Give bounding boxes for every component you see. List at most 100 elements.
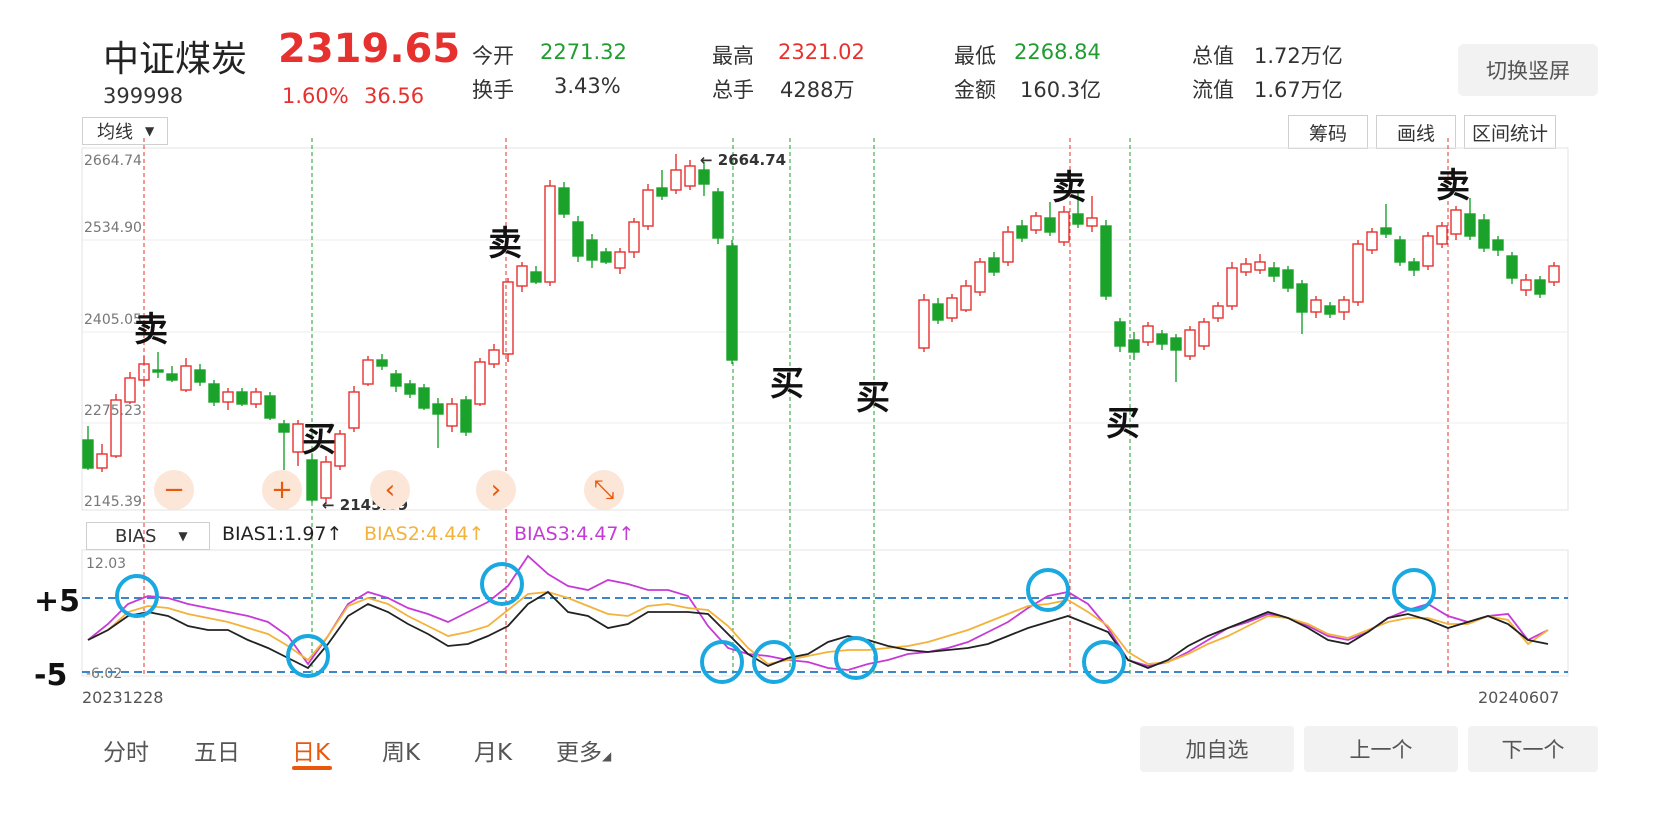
candle-body [1478, 219, 1490, 249]
candle-body [988, 257, 1000, 273]
buy-label: 买 [302, 420, 336, 460]
plus-five-label: +5 [34, 584, 81, 619]
next-button[interactable]: 下一个 [1468, 726, 1598, 772]
candle-body [1100, 225, 1112, 297]
candle-body [152, 369, 164, 373]
chevron-down-icon: ▼ [178, 529, 188, 543]
sell-label: 卖 [1052, 168, 1086, 208]
candle-body [320, 461, 332, 499]
tab-monthly-k[interactable]: 月K [474, 733, 512, 767]
candle-body [960, 285, 972, 311]
candle-body [698, 169, 710, 185]
bias-circles [115, 562, 1436, 684]
candle-body [404, 383, 416, 395]
bias-y-top: 12.03 [86, 556, 127, 572]
candle-body [1170, 337, 1182, 351]
candle-body [180, 365, 192, 391]
indicator-select-label: BIAS [115, 525, 157, 547]
buy-label: 买 [770, 364, 804, 404]
end-date: 20240607 [1478, 688, 1560, 707]
candle-body [306, 459, 318, 501]
indicator-select[interactable]: BIAS ▼ [86, 522, 210, 550]
candle-body [1506, 255, 1518, 279]
candle-body [1030, 215, 1042, 231]
start-date: 20231228 [82, 688, 164, 707]
candle-body [918, 299, 930, 349]
candle-body [1240, 263, 1252, 273]
sell-label: 卖 [488, 224, 522, 264]
candle-body [1366, 231, 1378, 251]
tab-more[interactable]: 更多◢ [556, 733, 611, 767]
candle-body [1394, 239, 1406, 263]
candle-body [1296, 283, 1308, 313]
candle-body [1310, 299, 1322, 313]
sell-label: 卖 [1436, 166, 1470, 206]
bias-y-bottom: -6.02 [86, 666, 123, 682]
candle-body [726, 245, 738, 361]
candle-body [96, 453, 108, 469]
signal-circle [1392, 568, 1436, 612]
zoom-out-button[interactable]: − [154, 470, 194, 510]
candle-body [418, 387, 430, 409]
add-watchlist-button[interactable]: 加自选 [1140, 726, 1294, 772]
zoom-in-button[interactable]: + [262, 470, 302, 510]
candle-body [1072, 213, 1084, 225]
candle-body [446, 403, 458, 427]
candle-body [124, 377, 136, 403]
candle-body [1520, 279, 1532, 291]
tab-five-day[interactable]: 五日 [194, 733, 240, 767]
candle-body [516, 265, 528, 287]
candle-body [82, 439, 94, 469]
candle-body [946, 297, 958, 319]
caret-icon: ◢ [602, 749, 612, 763]
candle-body [558, 187, 570, 215]
candle-body [166, 373, 178, 381]
candle-body [1548, 265, 1560, 283]
y-label-4: 2275.23 [84, 403, 142, 419]
candle-body [502, 281, 514, 355]
candle-body [1338, 299, 1350, 313]
y-label-5: 2145.39 [84, 494, 142, 510]
bias3-line [87, 554, 1549, 671]
reset-zoom-button[interactable]: ⤡ [584, 470, 624, 510]
candle-body [1408, 261, 1420, 271]
candle-body [488, 349, 500, 365]
candle-body [1016, 225, 1028, 239]
candle-body [348, 391, 360, 429]
tab-weekly-k[interactable]: 周K [382, 733, 420, 767]
tab-more-label: 更多 [556, 740, 602, 766]
candle-body [974, 261, 986, 293]
candle-body [250, 391, 262, 405]
candle-body [474, 361, 486, 405]
bias-lines [87, 554, 1549, 671]
candle-body [1492, 239, 1504, 251]
kline-chart[interactable] [0, 0, 1663, 819]
candle-body [222, 391, 234, 403]
buy-label: 买 [1106, 404, 1140, 444]
signal-lines [143, 138, 1449, 676]
tab-intraday[interactable]: 分时 [103, 733, 149, 767]
tab-daily-k[interactable]: 日K [292, 733, 330, 767]
candle-body [1324, 305, 1336, 315]
candle-body [586, 239, 598, 261]
candle-body [1002, 231, 1014, 263]
candle-body [1380, 227, 1392, 235]
candle-body [1254, 261, 1266, 271]
candle-body [1534, 279, 1546, 295]
pan-left-button[interactable]: ‹ [370, 470, 410, 510]
candle-body [1464, 213, 1476, 237]
previous-button[interactable]: 上一个 [1304, 726, 1458, 772]
candle-body [1352, 243, 1364, 303]
candle-body [1184, 329, 1196, 357]
candle-body [1226, 267, 1238, 307]
high-marker-value: 2664.74 [717, 151, 787, 169]
high-marker: ← 2664.74 [700, 151, 787, 169]
candle-body [656, 187, 668, 197]
candle-body [390, 373, 402, 387]
candle-body [1086, 217, 1098, 227]
candle-body [1198, 321, 1210, 347]
candle-body [712, 191, 724, 239]
bias1-value: BIAS1:1.97↑ [222, 523, 343, 545]
pan-right-button[interactable]: › [476, 470, 516, 510]
bias2-line [87, 591, 1549, 665]
